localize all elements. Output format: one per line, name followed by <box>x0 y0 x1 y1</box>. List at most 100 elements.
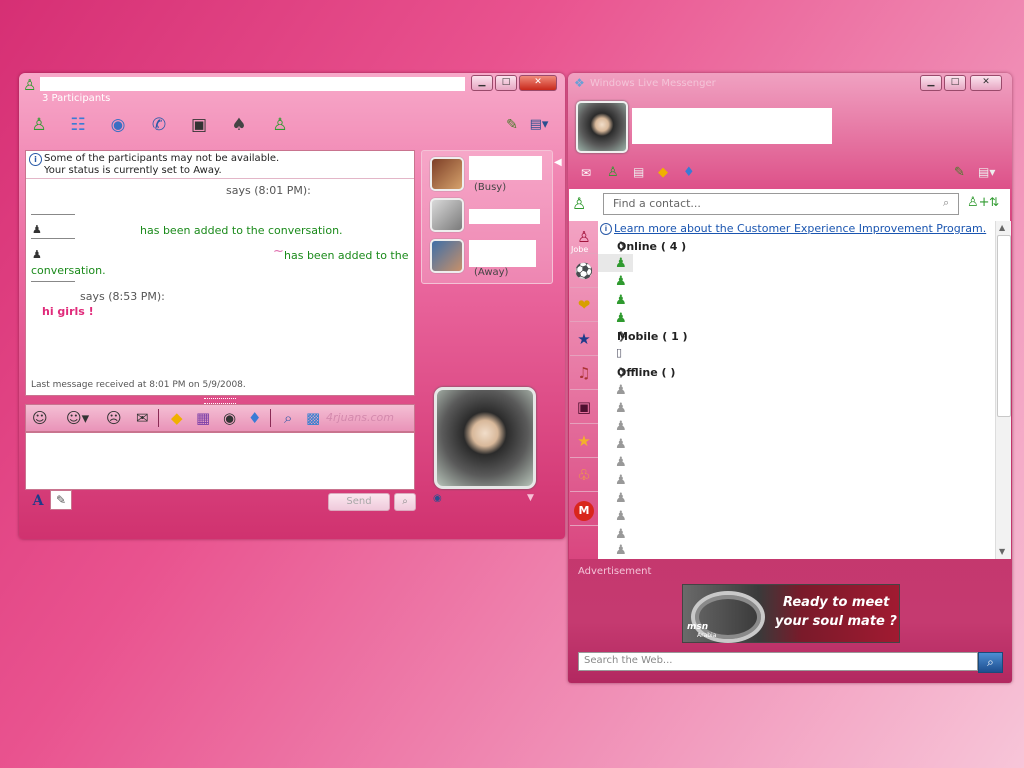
side-tab-music[interactable]: ♫ <box>570 357 598 390</box>
share-icon[interactable]: ▩ <box>306 407 320 429</box>
block-icon[interactable]: ♙ <box>268 113 292 137</box>
minimize-button[interactable]: ▁ <box>471 75 493 91</box>
group-online[interactable]: Online ( 4 ) <box>617 240 686 253</box>
display-name-field[interactable] <box>632 108 832 144</box>
paintbrush-icon[interactable]: ✎ <box>954 165 965 180</box>
system-message-wrap: conversation. <box>31 264 106 277</box>
search-icon[interactable]: ⌕ <box>943 196 949 210</box>
winks-icon[interactable]: ◆ <box>171 407 183 429</box>
resize-grip[interactable] <box>204 398 236 404</box>
scroll-thumb[interactable] <box>997 235 1011 417</box>
close-button[interactable]: ✕ <box>519 75 557 91</box>
contact-offline-icon[interactable]: ♟ <box>615 401 627 416</box>
side-tab-news[interactable]: ★ <box>570 323 598 356</box>
separator <box>270 409 271 427</box>
wink-icon[interactable]: ☺▾ <box>66 407 89 429</box>
nudge-icon[interactable]: ☹ <box>106 407 122 429</box>
contacts-icon[interactable]: ♙ <box>607 165 619 180</box>
contact-offline-icon[interactable]: ♟ <box>615 509 627 524</box>
add-contact-icon[interactable]: ♙+ <box>967 195 990 210</box>
webcam-icon[interactable]: ◉ <box>106 113 130 137</box>
contact-offline-icon[interactable]: ♟ <box>615 527 627 542</box>
divider <box>26 178 414 179</box>
contact-offline-icon[interactable]: ♟ <box>615 455 627 470</box>
share-files-icon[interactable]: ☷ <box>66 113 90 137</box>
message-input[interactable] <box>25 432 415 490</box>
backgrounds-icon[interactable]: ▦ <box>196 407 210 429</box>
web-search-input[interactable]: Search the Web... <box>584 655 672 666</box>
winks-icon[interactable]: ◆ <box>658 165 668 180</box>
collapse-arrow-icon[interactable]: ◀ <box>554 157 562 168</box>
games-icon[interactable]: ♦ <box>683 165 695 180</box>
contact-offline-icon[interactable]: ♟ <box>615 473 627 488</box>
mail-icon[interactable]: ✉ <box>581 166 591 180</box>
ad-headline: your soul mate ? <box>775 614 897 629</box>
side-tab-soccer[interactable]: ⚽ <box>570 255 598 288</box>
web-search-button[interactable]: ⌕ <box>978 652 1003 673</box>
side-tab-movies[interactable]: ▣ <box>570 391 598 424</box>
participant-name-field <box>469 156 542 180</box>
voice-clip-icon[interactable]: ✉ <box>136 407 149 429</box>
contact-groups-icon[interactable]: ♙ <box>572 194 586 213</box>
side-tab-gifts[interactable]: ❤ <box>570 289 598 322</box>
scroll-down-icon[interactable]: ▼ <box>999 547 1005 556</box>
menu-icon[interactable]: ▤▾ <box>978 165 995 179</box>
close-button[interactable]: ✕ <box>970 75 1002 91</box>
ad-banner[interactable]: msn Arabia Ready to meet your soul mate … <box>682 584 900 643</box>
minimize-button[interactable]: ▁ <box>920 75 942 91</box>
search-input[interactable]: Find a contact... <box>613 197 701 210</box>
group-offline[interactable]: Offline ( ) <box>617 366 675 379</box>
news-icon[interactable]: ▤ <box>633 165 644 179</box>
webcam-small-icon[interactable]: ◉ <box>433 493 442 504</box>
side-tab-favorites[interactable]: ★ <box>570 425 598 458</box>
contact-offline-icon[interactable]: ♟ <box>615 543 627 558</box>
font-button[interactable]: A <box>28 492 48 510</box>
participant-avatar[interactable] <box>430 198 464 232</box>
contact-offline-icon[interactable]: ♟ <box>615 491 627 506</box>
window-title: Windows Live Messenger <box>590 78 716 89</box>
contact-away-icon[interactable]: ♟ <box>615 274 627 289</box>
contact-away-icon[interactable]: ♟ <box>615 293 627 308</box>
call-icon[interactable]: ✆ <box>147 113 171 137</box>
group-mobile[interactable]: Mobile ( 1 ) <box>617 330 688 343</box>
maximize-button[interactable]: □ <box>944 75 966 91</box>
separator <box>31 238 75 239</box>
invite-contact-icon[interactable]: ♙ <box>27 113 51 137</box>
smiley-icon[interactable]: ☺ <box>32 407 48 429</box>
conversation-history: i Some of the participants may not be av… <box>25 150 415 396</box>
games-icon[interactable]: ♠ <box>227 113 251 137</box>
audio-icon[interactable]: ◉ <box>223 407 236 429</box>
contact-busy-icon[interactable]: ♟ <box>615 311 627 326</box>
paintbrush-icon[interactable]: ✎ <box>500 113 524 137</box>
contact-online-icon[interactable]: ♟ <box>615 256 627 271</box>
side-tabs: ♙ Jobe ⚽ ❤ ★ ♫ ▣ ★ ♧ M <box>569 221 598 559</box>
contact-offline-icon[interactable]: ♟ <box>615 419 627 434</box>
scroll-up-icon[interactable]: ▲ <box>999 223 1005 232</box>
menu-icon[interactable]: ▤▾ <box>527 113 551 137</box>
ad-brand: msn <box>687 622 709 632</box>
mobile-contact-icon[interactable]: ▯ <box>616 345 622 360</box>
ceip-link[interactable]: Learn more about the Customer Experience… <box>614 222 986 235</box>
handwriting-icon[interactable]: ✎ <box>50 490 72 510</box>
maximize-button[interactable]: □ <box>495 75 517 91</box>
participant-name-field <box>469 240 536 267</box>
contact-offline-icon[interactable]: ♟ <box>615 437 627 452</box>
search-button[interactable]: ⌕ <box>394 493 416 511</box>
participant-avatar[interactable] <box>430 157 464 191</box>
contact-offline-icon[interactable]: ♟ <box>615 383 627 398</box>
profile-picture[interactable] <box>576 101 628 153</box>
side-tab-alerts[interactable]: ♧ <box>570 459 598 492</box>
sort-icon[interactable]: ⇅ <box>989 195 999 209</box>
system-message: has been added to the conversation. <box>140 224 343 237</box>
games-icon[interactable]: ♦ <box>248 407 261 429</box>
chevron-down-icon[interactable]: ▼ <box>527 493 534 503</box>
scrollbar[interactable]: ▲ ▼ <box>995 221 1011 559</box>
search-icon[interactable]: ⌕ <box>284 407 292 429</box>
participant-avatar[interactable] <box>430 239 464 273</box>
side-tab-msn[interactable]: M <box>570 493 598 526</box>
tilde-mark: ~ <box>273 244 284 259</box>
advertisement-label: Advertisement <box>578 566 652 577</box>
display-picture[interactable] <box>434 387 536 489</box>
video-icon[interactable]: ▣ <box>187 113 211 137</box>
send-button[interactable]: Send <box>328 493 390 511</box>
